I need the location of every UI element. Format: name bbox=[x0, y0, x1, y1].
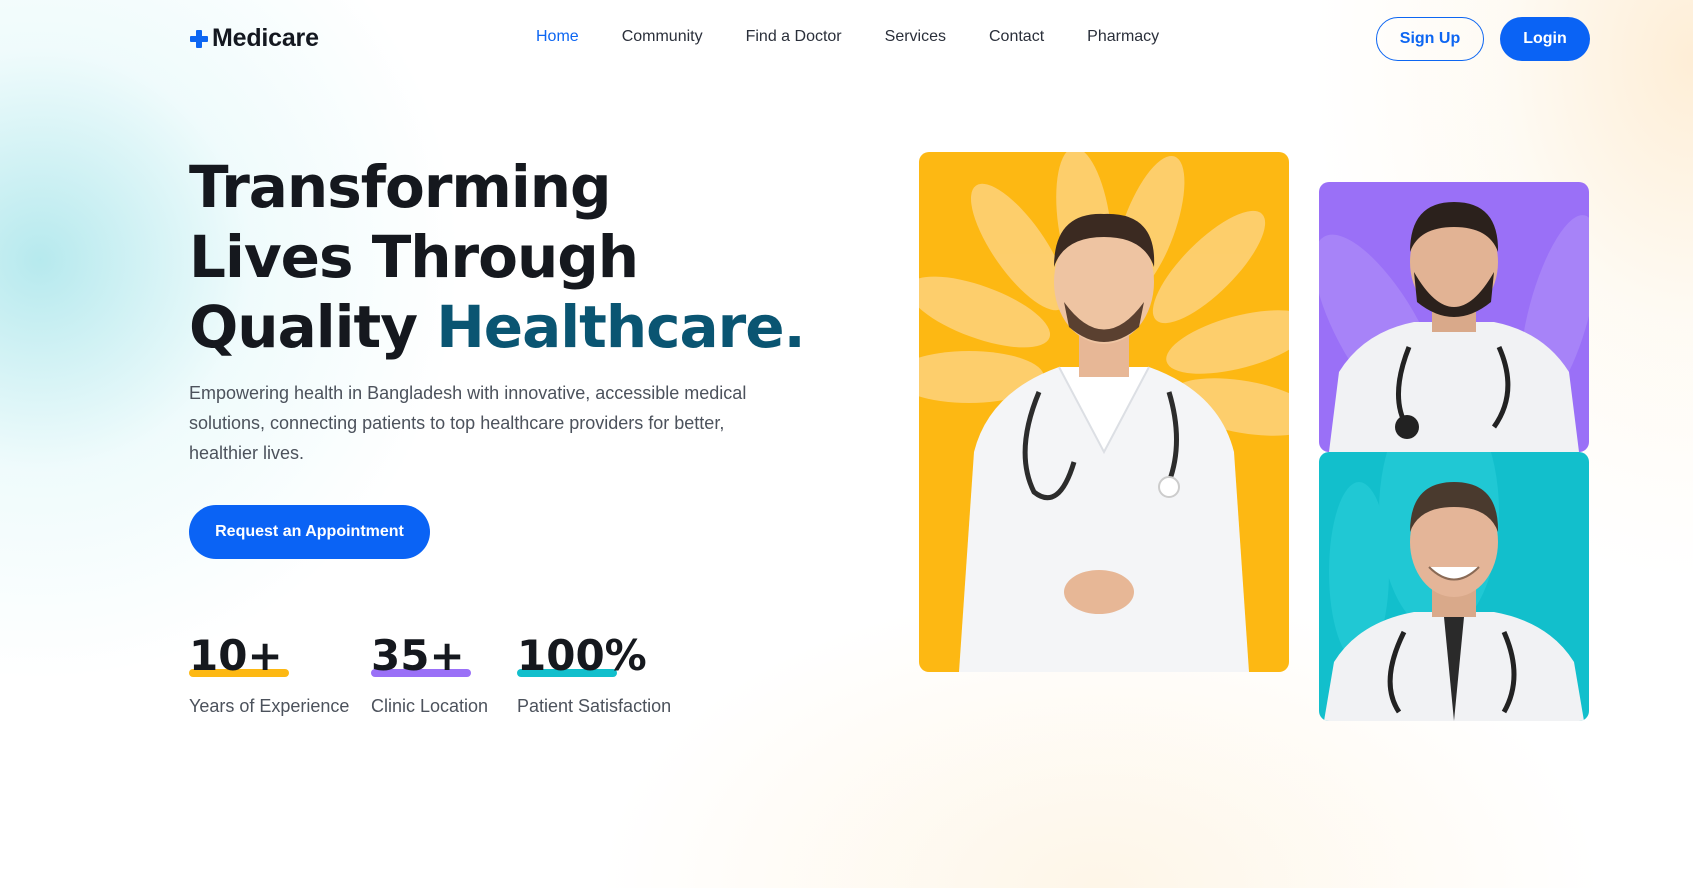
nav-pharmacy[interactable]: Pharmacy bbox=[1087, 28, 1159, 46]
sign-up-button[interactable]: Sign Up bbox=[1376, 17, 1484, 61]
stat-label: Years of Experience bbox=[189, 696, 350, 716]
doctor-image-smiling bbox=[1319, 452, 1589, 721]
doctor-image-main bbox=[919, 152, 1289, 672]
stat-value: 35+ bbox=[371, 631, 465, 680]
plus-icon bbox=[190, 29, 208, 48]
doctor-illustration bbox=[919, 152, 1289, 672]
main-nav: Home Community Find a Doctor Services Co… bbox=[536, 28, 1202, 46]
brand-name: Medicare bbox=[212, 24, 319, 52]
stat-label: Clinic Location bbox=[371, 696, 489, 716]
nav-services[interactable]: Services bbox=[885, 28, 946, 46]
hero-subtitle: Empowering health in Bangladesh with inn… bbox=[189, 383, 747, 463]
login-button[interactable]: Login bbox=[1500, 17, 1590, 61]
nav-home[interactable]: Home bbox=[536, 28, 579, 46]
stat-clinics: 35+ Clinic Location bbox=[371, 632, 488, 717]
stat-label: Patient Satisfaction bbox=[517, 696, 672, 716]
nav-community[interactable]: Community bbox=[622, 28, 703, 46]
nav-find-doctor[interactable]: Find a Doctor bbox=[746, 28, 842, 46]
doctor-image-bearded bbox=[1319, 182, 1589, 452]
doctor-illustration bbox=[1319, 202, 1589, 452]
hero-title-line1: Transforming bbox=[189, 153, 612, 221]
hero-title-line3: Quality bbox=[189, 293, 437, 361]
hero-title-line2: Lives Through bbox=[189, 223, 639, 291]
stat-value: 100% bbox=[517, 631, 647, 680]
request-appointment-button[interactable]: Request an Appointment bbox=[189, 505, 430, 559]
nav-contact[interactable]: Contact bbox=[989, 28, 1044, 46]
stat-experience: 10+ Years of Experience bbox=[189, 632, 349, 717]
hero-title: Transforming Lives Through Quality Healt… bbox=[189, 152, 829, 362]
doctor-illustration bbox=[1324, 452, 1584, 721]
hero-title-accent: Healthcare. bbox=[436, 293, 805, 361]
stat-satisfaction: 100% Patient Satisfaction bbox=[517, 632, 671, 717]
stat-value: 10+ bbox=[189, 631, 283, 680]
brand-logo[interactable]: Medicare bbox=[189, 24, 319, 53]
